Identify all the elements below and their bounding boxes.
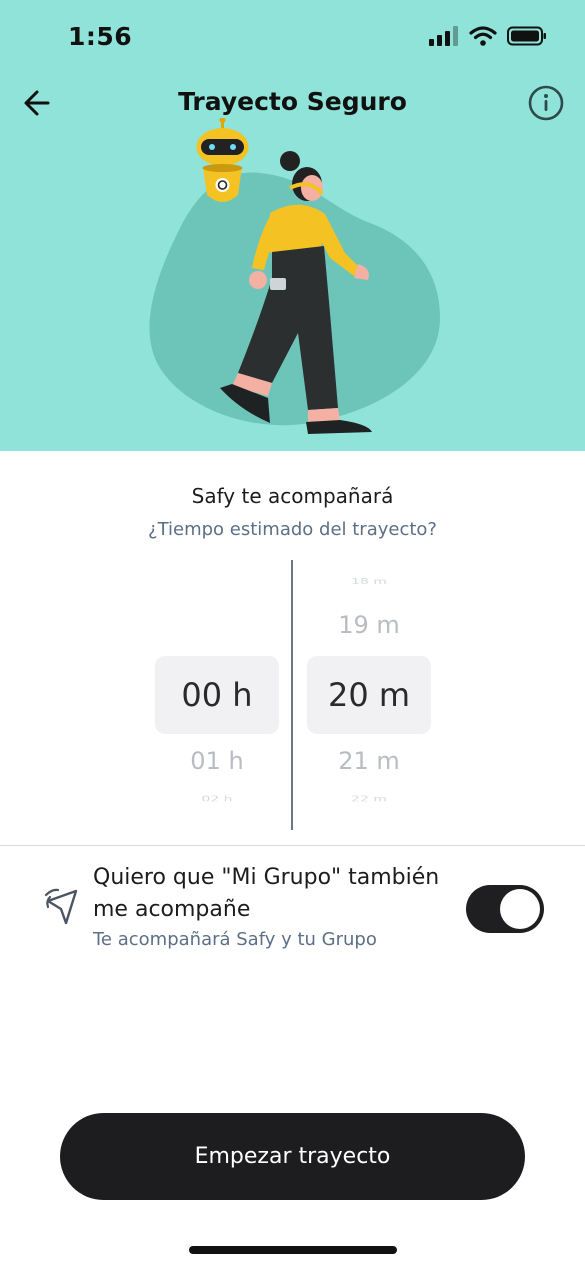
minutes-selected[interactable]: 20 m [307,676,431,714]
hours-selected[interactable]: 00 h [155,676,279,714]
status-icons [429,26,547,46]
info-icon[interactable] [528,85,564,121]
group-option-subtitle: Te acompañará Safy y tu Grupo [93,929,377,950]
battery-icon [507,26,546,46]
walking-woman-illustration [149,118,440,434]
toggle-knob [500,889,540,929]
section-subheading: ¿Tiempo estimado del trayecto? [148,519,437,540]
hero-banner: 1:56 Trayecto Seguro [0,0,585,451]
group-option-title: Quiero que "Mi Grupo" también me acompañ… [93,865,440,922]
group-toggle[interactable] [466,885,544,933]
section-heading: Safy te acompañará [191,484,394,508]
minutes-option-far-next[interactable]: 22 m [307,795,431,802]
navigation-share-icon [44,888,78,925]
minutes-option-far-prev[interactable]: 18 m [307,577,431,585]
minutes-option-prev[interactable]: 19 m [307,611,431,639]
home-indicator [189,1246,397,1254]
minutes-option-next[interactable]: 21 m [307,747,431,775]
hours-option-far-next[interactable]: 02 h [155,795,279,802]
page-title: Trayecto Seguro [178,87,407,116]
start-trip-button[interactable]: Empezar trayecto [60,1113,525,1200]
signal-icon [429,26,458,46]
duration-picker[interactable]: 00 h 01 h 02 h 18 m 19 m 20 m 21 m 22 m [0,560,585,830]
section-divider [0,845,585,846]
picker-divider [291,560,293,830]
wifi-icon [469,26,497,46]
status-time: 1:56 [68,22,133,51]
hours-option-next[interactable]: 01 h [155,747,279,775]
